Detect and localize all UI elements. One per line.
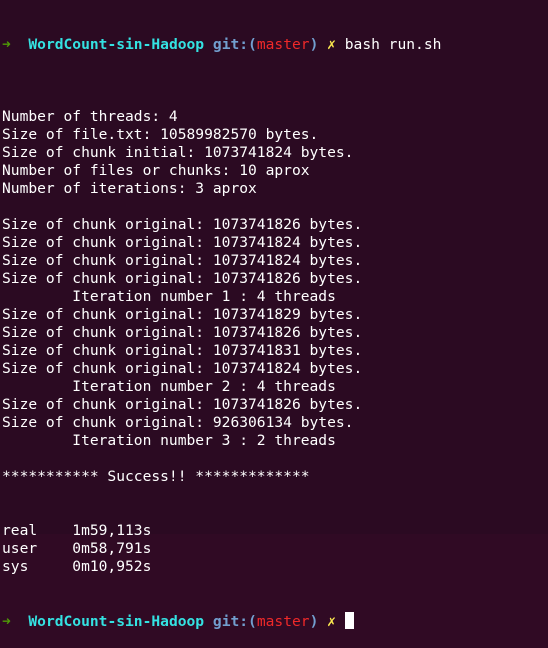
terminal-window[interactable]: ➜ WordCount-sin-Hadoop git:(master) ✗ ba… bbox=[2, 0, 548, 630]
output-line: Size of chunk original: 1073741826 bytes… bbox=[2, 216, 363, 233]
prompt-directory: WordCount-sin-Hadoop bbox=[28, 613, 205, 630]
output-line: Size of chunk original: 1073741824 bytes… bbox=[2, 360, 363, 377]
git-prefix: git:( bbox=[212, 36, 257, 53]
output-line: Iteration number 1 : 4 threads bbox=[2, 288, 336, 305]
output-line: Size of chunk original: 1073741824 bytes… bbox=[2, 252, 363, 269]
output-line: Number of threads: 4 bbox=[2, 108, 178, 125]
output-line: *********** Success!! ************* bbox=[2, 468, 310, 485]
output-line: Size of chunk original: 1073741826 bytes… bbox=[2, 396, 363, 413]
git-branch: master bbox=[256, 613, 310, 630]
command-text: bash run.sh bbox=[344, 36, 442, 53]
git-suffix: ) bbox=[309, 36, 319, 53]
output-line: Iteration number 3 : 2 threads bbox=[2, 432, 336, 449]
prompt-arrow-icon: ➜ bbox=[2, 613, 11, 630]
terminal-cursor[interactable] bbox=[344, 612, 354, 629]
output-line: Number of iterations: 3 aprox bbox=[2, 180, 257, 197]
output-line: Size of chunk initial: 1073741824 bytes. bbox=[2, 144, 354, 161]
git-prefix: git:( bbox=[212, 613, 257, 630]
output-line: Number of files or chunks: 10 aprox bbox=[2, 162, 310, 179]
output-line: user 0m58,791s bbox=[2, 540, 152, 557]
prompt-directory: WordCount-sin-Hadoop bbox=[28, 36, 205, 53]
git-dirty-icon: ✗ bbox=[327, 613, 336, 630]
git-branch: master bbox=[256, 36, 310, 53]
output-line: sys 0m10,952s bbox=[2, 558, 152, 575]
git-suffix: ) bbox=[309, 613, 319, 630]
output-line: Size of chunk original: 1073741826 bytes… bbox=[2, 324, 363, 341]
git-dirty-icon: ✗ bbox=[327, 36, 336, 53]
output-line: Size of chunk original: 1073741829 bytes… bbox=[2, 306, 363, 323]
output-line: Size of chunk original: 926306134 bytes. bbox=[2, 414, 354, 431]
command-output: Number of threads: 4 Size of file.txt: 10… bbox=[2, 90, 548, 576]
prompt-line-current[interactable]: ➜ WordCount-sin-Hadoop git:(master) ✗ bbox=[2, 612, 548, 630]
output-line: Iteration number 2 : 4 threads bbox=[2, 378, 336, 395]
output-line: Size of chunk original: 1073741824 bytes… bbox=[2, 234, 363, 251]
output-line: real 1m59,113s bbox=[2, 522, 152, 539]
output-line: Size of chunk original: 1073741826 bytes… bbox=[2, 270, 363, 287]
prompt-arrow-icon: ➜ bbox=[2, 36, 11, 53]
output-line: Size of file.txt: 10589982570 bytes. bbox=[2, 126, 319, 143]
prompt-line: ➜ WordCount-sin-Hadoop git:(master) ✗ ba… bbox=[2, 36, 548, 54]
output-line: Size of chunk original: 1073741831 bytes… bbox=[2, 342, 363, 359]
